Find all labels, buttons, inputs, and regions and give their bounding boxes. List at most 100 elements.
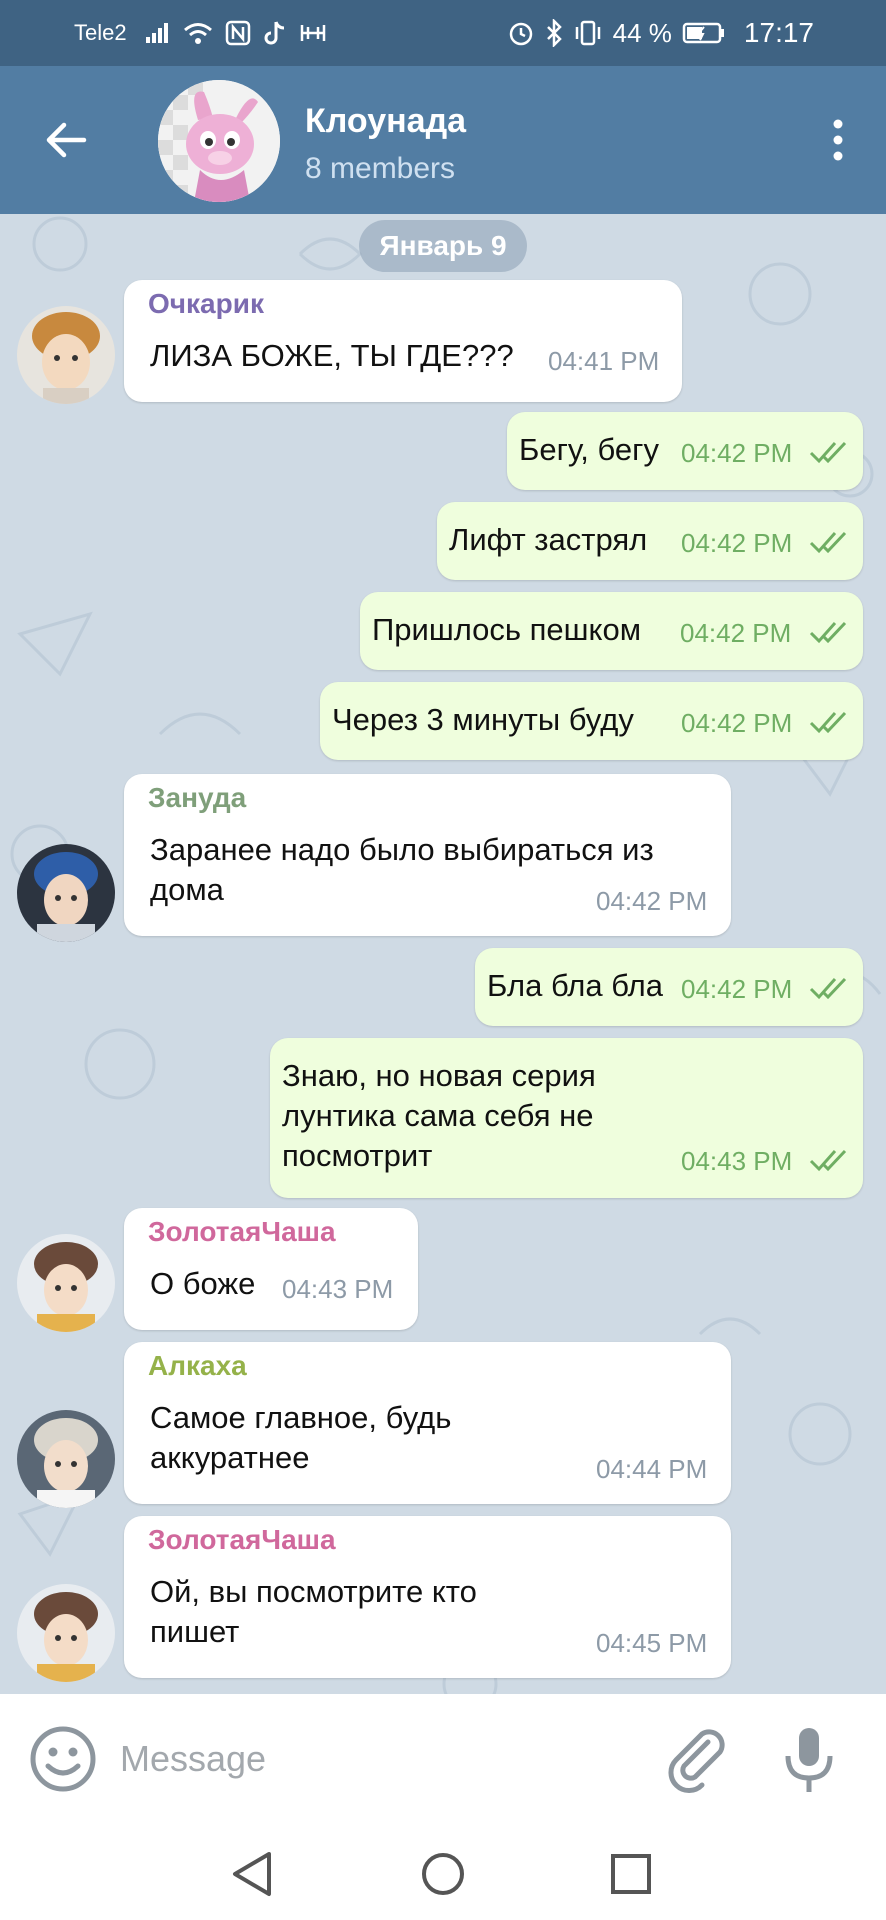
sender-avatar-zanuda[interactable] [17, 844, 115, 942]
sender-avatar-zolotayachasha[interactable] [17, 1234, 115, 1332]
group-avatar[interactable] [158, 80, 280, 202]
message-bubble[interactable]: Зануда Заранее надо было выбираться из д… [124, 774, 731, 936]
nav-home-button[interactable] [415, 1846, 471, 1902]
group-members-count[interactable]: 8 members [305, 152, 455, 186]
message-text-line: посмотрит [282, 1138, 433, 1173]
message-time: 04:43 PM [681, 1146, 793, 1176]
message-bubble[interactable]: ЗолотаяЧаша О боже 04:43 PM [124, 1208, 418, 1330]
read-receipt-icon [809, 977, 847, 1000]
message-input-bar [0, 1694, 886, 1826]
message-bubble[interactable]: Алкаха Самое главное, будь аккуратнее 04… [124, 1342, 731, 1504]
battery-charging-icon [682, 21, 726, 45]
tiktok-icon [263, 20, 287, 46]
message-time: 04:41 PM [548, 346, 660, 376]
voice-record-button[interactable] [774, 1722, 844, 1796]
back-button[interactable] [36, 110, 96, 170]
sender-avatar-alkaha[interactable] [17, 1410, 115, 1508]
attach-button[interactable] [664, 1724, 734, 1794]
message-time: 04:45 PM [596, 1628, 708, 1658]
emoji-button[interactable] [28, 1724, 98, 1794]
message-text: О боже [150, 1266, 256, 1301]
message-sender[interactable]: ЗолотаяЧаша [148, 1524, 336, 1556]
message-text: Пришлось пешком [372, 612, 642, 647]
message-time: 04:42 PM [680, 618, 792, 648]
signal-icon [145, 22, 171, 44]
message-time: 04:42 PM [596, 886, 708, 916]
message-bubble-outgoing[interactable]: Знаю, но новая серия лунтика сама себя н… [270, 1038, 863, 1198]
message-time: 04:42 PM [681, 438, 793, 468]
user-photo-avatar [17, 1234, 115, 1332]
nav-recents-button[interactable] [603, 1846, 659, 1902]
message-sender[interactable]: Зануда [148, 782, 246, 814]
message-text-line: лунтика сама себя не [282, 1098, 594, 1133]
vibrate-icon [573, 19, 603, 47]
paperclip-icon [668, 1729, 725, 1793]
message-text: Лифт застрял [449, 522, 648, 557]
message-bubble-outgoing[interactable]: Лифт застрял 04:42 PM [437, 502, 863, 580]
nav-back-triangle-icon [233, 1852, 271, 1896]
message-time: 04:42 PM [681, 528, 793, 558]
message-text: Бегу, бегу [519, 432, 659, 467]
message-text-line: Знаю, но новая серия [282, 1058, 596, 1093]
message-text-line: Ой, вы посмотрите кто [150, 1574, 477, 1609]
message-text-line: дома [150, 872, 224, 907]
alarm-icon [507, 19, 535, 47]
read-receipt-icon [809, 621, 847, 644]
message-text-line: Заранее надо было выбираться из [150, 832, 654, 867]
message-text: ЛИЗА БОЖЕ, ТЫ ГДЕ??? [150, 338, 514, 373]
message-text-line: аккуратнее [150, 1440, 310, 1475]
status-bar: Tele2 44 % 17:17 [0, 0, 886, 66]
message-bubble-outgoing[interactable]: Через 3 минуты буду 04:42 PM [320, 682, 863, 760]
message-time: 04:42 PM [681, 708, 793, 738]
message-time: 04:44 PM [596, 1454, 708, 1484]
message-sender[interactable]: Алкаха [148, 1350, 247, 1382]
message-text-line: Самое главное, будь [150, 1400, 452, 1435]
message-bubble[interactable]: Очкарик ЛИЗА БОЖЕ, ТЫ ГДЕ??? 04:41 PM [124, 280, 682, 402]
group-title[interactable]: Клоунада [305, 102, 466, 141]
nav-home-circle-icon [422, 1853, 464, 1895]
status-right: 44 % 17:17 [507, 0, 814, 66]
sender-avatar-ochkarik[interactable] [17, 306, 115, 404]
message-text: Через 3 минуты буду [332, 702, 634, 737]
luntik-avatar-image [158, 80, 280, 202]
sender-avatar-zolotayachasha[interactable] [17, 1584, 115, 1682]
user-photo-avatar [17, 1410, 115, 1508]
arrow-left-icon [46, 122, 87, 158]
carrier-label: Tele2 [74, 20, 127, 45]
bluetooth-icon [545, 19, 563, 47]
message-bubble-outgoing[interactable]: Пришлось пешком 04:42 PM [360, 592, 863, 670]
message-text-line: пишет [150, 1614, 240, 1649]
message-sender[interactable]: ЗолотаяЧаша [148, 1216, 336, 1248]
user-photo-avatar [17, 844, 115, 942]
nav-recents-square-icon [611, 1854, 651, 1894]
message-input[interactable] [120, 1724, 640, 1794]
nav-back-button[interactable] [225, 1846, 281, 1902]
message-sender[interactable]: Очкарик [148, 288, 264, 320]
message-bubble-outgoing[interactable]: Бла бла бла 04:42 PM [475, 948, 863, 1026]
message-time: 04:42 PM [681, 974, 793, 1004]
user-photo-avatar [17, 306, 115, 404]
wifi-icon [183, 21, 213, 45]
message-time: 04:43 PM [282, 1274, 394, 1304]
read-receipt-icon [809, 441, 847, 464]
clock: 17:17 [743, 17, 814, 48]
read-receipt-icon [809, 711, 847, 734]
system-navigation-bar [0, 1826, 886, 1920]
date-separator: Январь 9 [359, 220, 527, 272]
app-notification-icon [299, 21, 327, 45]
message-bubble-outgoing[interactable]: Бегу, бегу 04:42 PM [507, 412, 863, 490]
microphone-icon [785, 1728, 833, 1792]
read-receipt-icon [809, 1149, 847, 1172]
smile-icon [30, 1726, 96, 1792]
user-photo-avatar [17, 1584, 115, 1682]
message-text: Бла бла бла [487, 968, 663, 1003]
nfc-icon [225, 20, 251, 46]
menu-button[interactable] [808, 110, 868, 170]
battery-percent: 44 % [612, 17, 672, 48]
message-bubble[interactable]: ЗолотаяЧаша Ой, вы посмотрите кто пишет … [124, 1516, 731, 1678]
message-list[interactable]: Январь 9 Очкарик ЛИЗА БОЖЕ, ТЫ ГДЕ??? 04… [0, 214, 886, 1694]
more-vertical-icon [833, 119, 843, 161]
chat-header: Клоунада 8 members [0, 66, 886, 214]
read-receipt-icon [809, 531, 847, 554]
status-left: Tele2 [74, 0, 327, 66]
